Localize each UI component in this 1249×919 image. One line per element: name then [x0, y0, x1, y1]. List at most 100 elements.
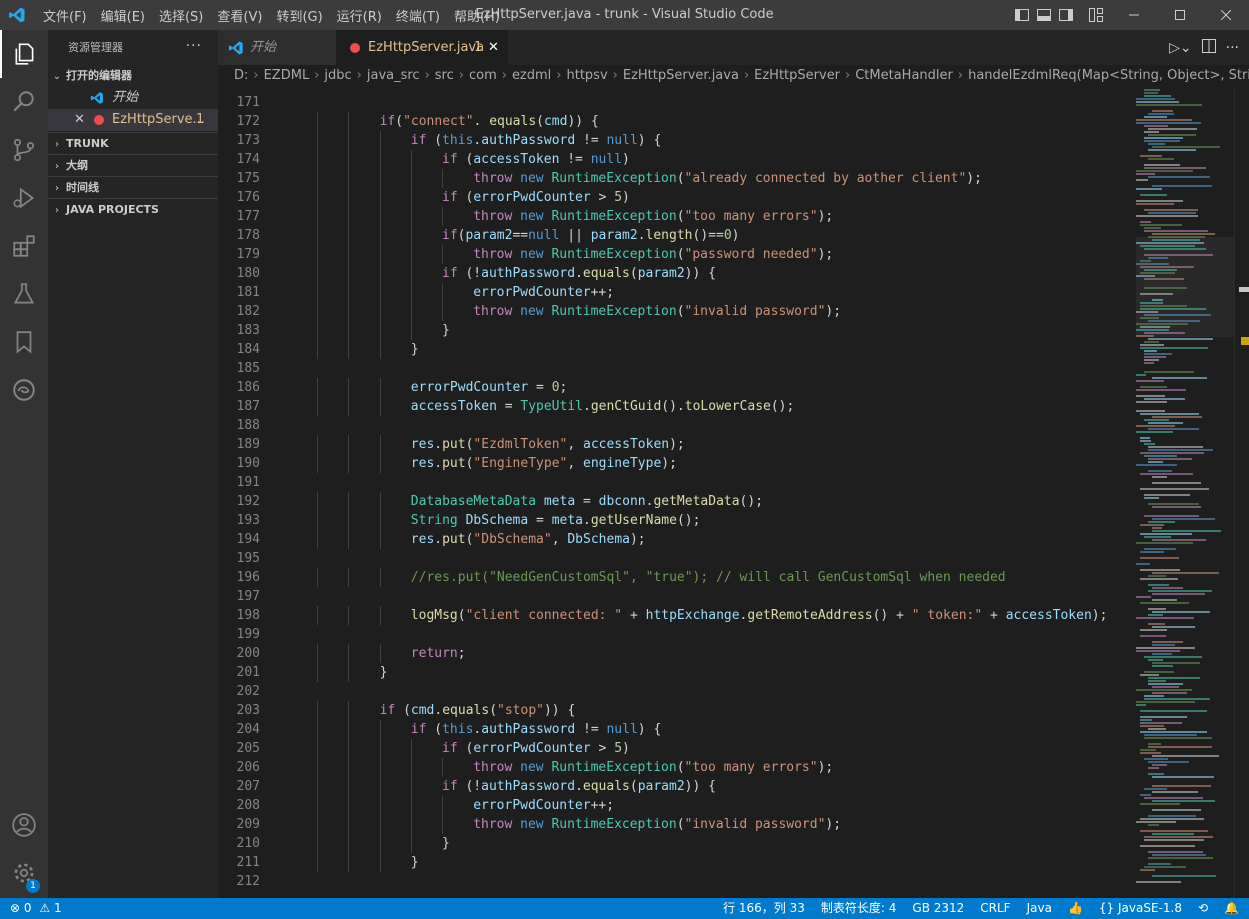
menu-edit[interactable]: 编辑(E)	[94, 6, 152, 25]
code-line[interactable]: 190 res.put("EngineType", engineType);	[218, 454, 1136, 473]
java-status-icon[interactable]: 👍	[1068, 898, 1083, 919]
breadcrumb-item[interactable]: src	[435, 68, 454, 83]
notifications-icon[interactable]: 🔔	[1224, 898, 1239, 919]
code-line[interactable]: 197	[218, 587, 1136, 606]
menu-go[interactable]: 转到(G)	[269, 6, 329, 25]
testing-icon[interactable]	[0, 270, 48, 318]
code-line[interactable]: 188	[218, 416, 1136, 435]
breadcrumb-item[interactable]: java_src	[367, 68, 420, 83]
more-actions-icon[interactable]: ···	[186, 30, 202, 62]
code-line[interactable]: 212	[218, 872, 1136, 891]
code-line[interactable]: 179 throw new RuntimeException("password …	[218, 245, 1136, 264]
section-outline[interactable]: › 大纲	[48, 154, 218, 177]
java-runtime[interactable]: {} JavaSE-1.8	[1099, 898, 1182, 919]
code-line[interactable]: 195	[218, 549, 1136, 568]
indentation[interactable]: 制表符长度: 4	[821, 898, 897, 919]
search-icon[interactable]	[0, 78, 48, 126]
vertical-scrollbar[interactable]	[1235, 87, 1249, 898]
code-line[interactable]: 173 if (this.authPassword != null) {	[218, 131, 1136, 150]
code-line[interactable]: 182 throw new RuntimeException("invalid p…	[218, 302, 1136, 321]
code-line[interactable]: 202	[218, 682, 1136, 701]
code-line[interactable]: 175 throw new RuntimeException("already c…	[218, 169, 1136, 188]
code-line[interactable]: 200 return;	[218, 644, 1136, 663]
section-java-projects[interactable]: › JAVA PROJECTS	[48, 198, 218, 221]
menu-terminal[interactable]: 终端(T)	[389, 6, 447, 25]
end-of-line[interactable]: CRLF	[980, 898, 1010, 919]
breadcrumb-item[interactable]: ezdml	[512, 68, 551, 83]
code-line[interactable]: 171	[218, 93, 1136, 112]
toggle-primary-sidebar-icon[interactable]	[1014, 7, 1030, 23]
code-line[interactable]: 207 if (!authPassword.equals(param2)) {	[218, 777, 1136, 796]
feedback-icon[interactable]: ⟲	[1198, 898, 1208, 919]
problems-indicator[interactable]: ⊗ 0 ⚠ 1	[10, 898, 62, 919]
section-trunk[interactable]: › TRUNK	[48, 132, 218, 155]
encoding[interactable]: GB 2312	[912, 898, 964, 919]
maximize-icon[interactable]	[1157, 0, 1203, 30]
close-tab-icon[interactable]: ✕	[488, 30, 499, 65]
code-line[interactable]: 210}	[218, 834, 1136, 853]
code-line[interactable]: 189 res.put("EzdmlToken", accessToken);	[218, 435, 1136, 454]
open-editor-item-ezhttpserver[interactable]: ✕ EzHttpServe... 1	[48, 109, 218, 131]
tab-start[interactable]: 开始	[218, 30, 336, 65]
toggle-secondary-sidebar-icon[interactable]	[1058, 7, 1074, 23]
breadcrumb-item[interactable]: EzHttpServer.java	[623, 68, 739, 83]
code-line[interactable]: 211}	[218, 853, 1136, 872]
code-line[interactable]: 205 if (errorPwdCounter > 5)	[218, 739, 1136, 758]
breadcrumb-item[interactable]: jdbc	[324, 68, 351, 83]
code-line[interactable]: 203 if (cmd.equals("stop")) {	[218, 701, 1136, 720]
customize-layout-icon[interactable]	[1088, 7, 1104, 23]
code-line[interactable]: 184}	[218, 340, 1136, 359]
code-line[interactable]: 206 throw new RuntimeException("too many …	[218, 758, 1136, 777]
minimap[interactable]	[1136, 87, 1239, 898]
extensions-icon[interactable]	[0, 222, 48, 270]
code-line[interactable]: 191	[218, 473, 1136, 492]
code-line[interactable]: 181 errorPwdCounter++;	[218, 283, 1136, 302]
code-editor[interactable]: 171 172 if("connect". equals(cmd)) {173 if …	[218, 87, 1136, 898]
code-line[interactable]: 192 DatabaseMetaData meta = dbconn.getMet…	[218, 492, 1136, 511]
code-line[interactable]: 198 logMsg("client connected: " + httpExc…	[218, 606, 1136, 625]
code-line[interactable]: 208 errorPwdCounter++;	[218, 796, 1136, 815]
open-editor-item-start[interactable]: 开始	[48, 87, 218, 109]
code-line[interactable]: 194 res.put("DbSchema", DbSchema);	[218, 530, 1136, 549]
code-line[interactable]: 193 String DbSchema = meta.getUserName();	[218, 511, 1136, 530]
explorer-icon[interactable]	[0, 30, 48, 78]
code-line[interactable]: 180 if (!authPassword.equals(param2)) {	[218, 264, 1136, 283]
toggle-panel-icon[interactable]	[1036, 7, 1052, 23]
breadcrumb-item[interactable]: EZDML	[264, 68, 310, 83]
menu-selection[interactable]: 选择(S)	[152, 6, 210, 25]
run-debug-icon[interactable]	[0, 174, 48, 222]
section-timeline[interactable]: › 时间线	[48, 176, 218, 199]
source-control-icon[interactable]	[0, 126, 48, 174]
minimap-viewport[interactable]	[1136, 237, 1239, 337]
breadcrumb-item[interactable]: com	[469, 68, 497, 83]
bookmarks-icon[interactable]	[0, 318, 48, 366]
code-line[interactable]: 174 if (accessToken != null)	[218, 150, 1136, 169]
code-line[interactable]: 176 if (errorPwdCounter > 5)	[218, 188, 1136, 207]
code-line[interactable]: 199	[218, 625, 1136, 644]
minimize-icon[interactable]	[1111, 0, 1157, 30]
code-line[interactable]: 204 if (this.authPassword != null) {	[218, 720, 1136, 739]
code-line[interactable]: 172 if("connect". equals(cmd)) {	[218, 112, 1136, 131]
section-open-editors[interactable]: ⌄ 打开的编辑器	[48, 65, 218, 87]
breadcrumb-item[interactable]: EzHttpServer	[754, 68, 840, 83]
cursor-position[interactable]: 行 166，列 33	[723, 898, 805, 919]
breadcrumb-item[interactable]: handelEzdmlReq(Map<String, Object>, Stri…	[968, 68, 1249, 83]
code-line[interactable]: 183}	[218, 321, 1136, 340]
menu-run[interactable]: 运行(R)	[330, 6, 389, 25]
code-line[interactable]: 187 accessToken = TypeUtil.genCtGuid().to…	[218, 397, 1136, 416]
close-icon[interactable]: ✕	[74, 109, 85, 131]
breadcrumb-item[interactable]: CtMetaHandler	[855, 68, 953, 83]
tab-ezhttpserver[interactable]: EzHttpServer.java 1 ✕	[336, 30, 508, 65]
code-line[interactable]: 186 errorPwdCounter = 0;	[218, 378, 1136, 397]
code-line[interactable]: 209 throw new RuntimeException("invalid p…	[218, 815, 1136, 834]
code-line[interactable]: 196 //res.put("NeedGenCustomSql", "true")…	[218, 568, 1136, 587]
edge-icon[interactable]	[0, 366, 48, 414]
code-line[interactable]: 201}	[218, 663, 1136, 682]
settings-gear-icon[interactable]: 1	[0, 849, 48, 897]
menu-view[interactable]: 查看(V)	[210, 6, 269, 25]
close-window-icon[interactable]	[1203, 0, 1249, 30]
run-icon[interactable]: ▷⌄	[1169, 40, 1192, 56]
language-mode[interactable]: Java	[1027, 898, 1052, 919]
more-actions-icon[interactable]: ···	[1226, 40, 1239, 56]
menu-file[interactable]: 文件(F)	[36, 6, 94, 25]
